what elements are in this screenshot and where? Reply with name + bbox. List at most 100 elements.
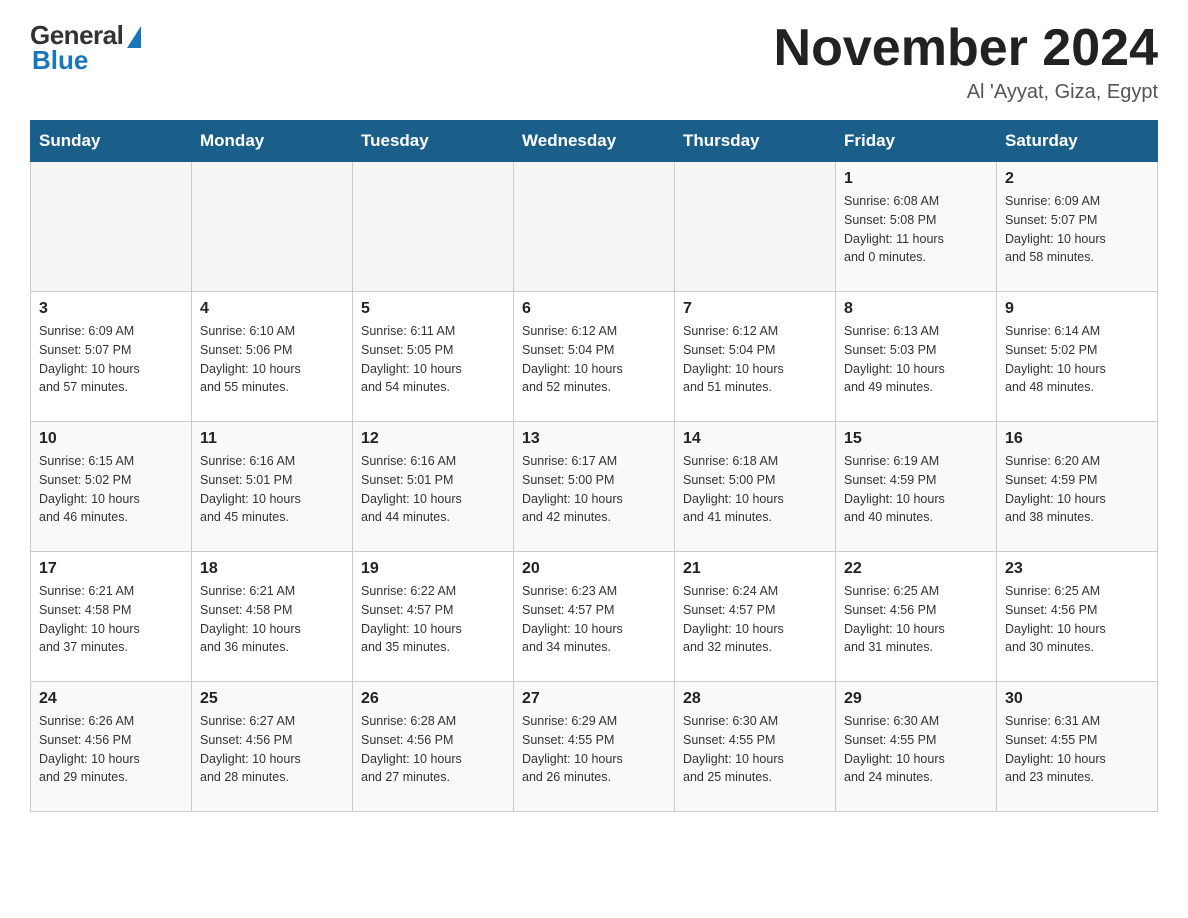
day-number: 11	[200, 430, 344, 448]
day-info: Sunrise: 6:16 AM Sunset: 5:01 PM Dayligh…	[200, 452, 344, 527]
day-info: Sunrise: 6:14 AM Sunset: 5:02 PM Dayligh…	[1005, 322, 1149, 397]
calendar-table: SundayMondayTuesdayWednesdayThursdayFrid…	[30, 120, 1158, 812]
day-info: Sunrise: 6:12 AM Sunset: 5:04 PM Dayligh…	[522, 322, 666, 397]
day-number: 2	[1005, 170, 1149, 188]
week-row-1: 1Sunrise: 6:08 AM Sunset: 5:08 PM Daylig…	[31, 162, 1158, 292]
day-info: Sunrise: 6:22 AM Sunset: 4:57 PM Dayligh…	[361, 582, 505, 657]
day-header-thursday: Thursday	[675, 121, 836, 162]
day-number: 24	[39, 690, 183, 708]
calendar-cell: 15 Sunrise: 6:19 AM Sunset: 4:59 PM Dayli…	[836, 422, 997, 552]
calendar-subtitle: Al 'Ayyat, Giza, Egypt	[774, 81, 1158, 104]
calendar-cell: 29Sunrise: 6:30 AM Sunset: 4:55 PM Dayli…	[836, 682, 997, 812]
logo-triangle-icon	[127, 26, 141, 48]
calendar-cell: 27 Sunrise: 6:29 AM Sunset: 4:55 PM Dayli…	[514, 682, 675, 812]
day-number: 14	[683, 430, 827, 448]
week-row-4: 17 Sunrise: 6:21 AM Sunset: 4:58 PM Dayli…	[31, 552, 1158, 682]
calendar-cell: 10 Sunrise: 6:15 AM Sunset: 5:02 PM Dayli…	[31, 422, 192, 552]
day-info: Sunrise: 6:25 AM Sunset: 4:56 PM Dayligh…	[1005, 582, 1149, 657]
day-info: Sunrise: 6:28 AM Sunset: 4:56 PM Dayligh…	[361, 712, 505, 787]
day-number: 28	[683, 690, 827, 708]
calendar-cell: 11 Sunrise: 6:16 AM Sunset: 5:01 PM Dayli…	[192, 422, 353, 552]
day-number: 8	[844, 300, 988, 318]
calendar-cell: 14 Sunrise: 6:18 AM Sunset: 5:00 PM Dayli…	[675, 422, 836, 552]
calendar-cell: 7 Sunrise: 6:12 AM Sunset: 5:04 PM Daylig…	[675, 292, 836, 422]
calendar-cell: 4 Sunrise: 6:10 AM Sunset: 5:06 PM Daylig…	[192, 292, 353, 422]
day-info: Sunrise: 6:10 AM Sunset: 5:06 PM Dayligh…	[200, 322, 344, 397]
calendar-cell: 26Sunrise: 6:28 AM Sunset: 4:56 PM Dayli…	[353, 682, 514, 812]
day-info: Sunrise: 6:26 AM Sunset: 4:56 PM Dayligh…	[39, 712, 183, 787]
calendar-cell: 3 Sunrise: 6:09 AM Sunset: 5:07 PM Daylig…	[31, 292, 192, 422]
week-row-3: 10 Sunrise: 6:15 AM Sunset: 5:02 PM Dayli…	[31, 422, 1158, 552]
calendar-cell: 17 Sunrise: 6:21 AM Sunset: 4:58 PM Dayli…	[31, 552, 192, 682]
day-number: 20	[522, 560, 666, 578]
day-number: 3	[39, 300, 183, 318]
logo: General Blue	[30, 20, 141, 76]
day-number: 19	[361, 560, 505, 578]
calendar-cell: 19 Sunrise: 6:22 AM Sunset: 4:57 PM Dayli…	[353, 552, 514, 682]
day-number: 27	[522, 690, 666, 708]
page-header: General Blue November 2024 Al 'Ayyat, Gi…	[30, 20, 1158, 104]
day-header-wednesday: Wednesday	[514, 121, 675, 162]
calendar-cell: 9 Sunrise: 6:14 AM Sunset: 5:02 PM Daylig…	[997, 292, 1158, 422]
calendar-cell: 18 Sunrise: 6:21 AM Sunset: 4:58 PM Dayli…	[192, 552, 353, 682]
day-info: Sunrise: 6:15 AM Sunset: 5:02 PM Dayligh…	[39, 452, 183, 527]
calendar-cell: 2 Sunrise: 6:09 AM Sunset: 5:07 PM Daylig…	[997, 162, 1158, 292]
day-info: Sunrise: 6:23 AM Sunset: 4:57 PM Dayligh…	[522, 582, 666, 657]
calendar-cell: 25Sunrise: 6:27 AM Sunset: 4:56 PM Dayli…	[192, 682, 353, 812]
calendar-cell	[192, 162, 353, 292]
day-info: Sunrise: 6:30 AM Sunset: 4:55 PM Dayligh…	[683, 712, 827, 787]
day-info: Sunrise: 6:13 AM Sunset: 5:03 PM Dayligh…	[844, 322, 988, 397]
days-of-week-row: SundayMondayTuesdayWednesdayThursdayFrid…	[31, 121, 1158, 162]
day-number: 30	[1005, 690, 1149, 708]
calendar-cell	[675, 162, 836, 292]
calendar-cell: 23Sunrise: 6:25 AM Sunset: 4:56 PM Dayli…	[997, 552, 1158, 682]
calendar-title: November 2024	[774, 20, 1158, 77]
calendar-cell: 24 Sunrise: 6:26 AM Sunset: 4:56 PM Dayli…	[31, 682, 192, 812]
day-number: 18	[200, 560, 344, 578]
week-row-5: 24 Sunrise: 6:26 AM Sunset: 4:56 PM Dayli…	[31, 682, 1158, 812]
day-info: Sunrise: 6:29 AM Sunset: 4:55 PM Dayligh…	[522, 712, 666, 787]
day-info: Sunrise: 6:24 AM Sunset: 4:57 PM Dayligh…	[683, 582, 827, 657]
day-number: 4	[200, 300, 344, 318]
calendar-cell	[353, 162, 514, 292]
day-number: 7	[683, 300, 827, 318]
calendar-cell: 22Sunrise: 6:25 AM Sunset: 4:56 PM Dayli…	[836, 552, 997, 682]
day-info: Sunrise: 6:27 AM Sunset: 4:56 PM Dayligh…	[200, 712, 344, 787]
calendar-cell: 13Sunrise: 6:17 AM Sunset: 5:00 PM Dayli…	[514, 422, 675, 552]
day-number: 15	[844, 430, 988, 448]
day-header-monday: Monday	[192, 121, 353, 162]
day-info: Sunrise: 6:18 AM Sunset: 5:00 PM Dayligh…	[683, 452, 827, 527]
day-info: Sunrise: 6:21 AM Sunset: 4:58 PM Dayligh…	[200, 582, 344, 657]
day-info: Sunrise: 6:09 AM Sunset: 5:07 PM Dayligh…	[1005, 192, 1149, 267]
logo-blue-text: Blue	[32, 45, 88, 76]
calendar-cell	[514, 162, 675, 292]
day-header-friday: Friday	[836, 121, 997, 162]
day-info: Sunrise: 6:25 AM Sunset: 4:56 PM Dayligh…	[844, 582, 988, 657]
week-row-2: 3 Sunrise: 6:09 AM Sunset: 5:07 PM Daylig…	[31, 292, 1158, 422]
day-number: 16	[1005, 430, 1149, 448]
day-number: 9	[1005, 300, 1149, 318]
day-info: Sunrise: 6:20 AM Sunset: 4:59 PM Dayligh…	[1005, 452, 1149, 527]
day-number: 10	[39, 430, 183, 448]
day-number: 29	[844, 690, 988, 708]
day-number: 13	[522, 430, 666, 448]
day-info: Sunrise: 6:12 AM Sunset: 5:04 PM Dayligh…	[683, 322, 827, 397]
day-number: 21	[683, 560, 827, 578]
day-number: 17	[39, 560, 183, 578]
day-number: 1	[844, 170, 988, 188]
calendar-cell: 12Sunrise: 6:16 AM Sunset: 5:01 PM Dayli…	[353, 422, 514, 552]
day-info: Sunrise: 6:11 AM Sunset: 5:05 PM Dayligh…	[361, 322, 505, 397]
calendar-cell: 6Sunrise: 6:12 AM Sunset: 5:04 PM Daylig…	[514, 292, 675, 422]
day-info: Sunrise: 6:21 AM Sunset: 4:58 PM Dayligh…	[39, 582, 183, 657]
day-info: Sunrise: 6:09 AM Sunset: 5:07 PM Dayligh…	[39, 322, 183, 397]
day-info: Sunrise: 6:19 AM Sunset: 4:59 PM Dayligh…	[844, 452, 988, 527]
calendar-cell: 21 Sunrise: 6:24 AM Sunset: 4:57 PM Dayli…	[675, 552, 836, 682]
calendar-cell: 8 Sunrise: 6:13 AM Sunset: 5:03 PM Daylig…	[836, 292, 997, 422]
calendar-cell: 20 Sunrise: 6:23 AM Sunset: 4:57 PM Dayli…	[514, 552, 675, 682]
day-header-tuesday: Tuesday	[353, 121, 514, 162]
day-info: Sunrise: 6:16 AM Sunset: 5:01 PM Dayligh…	[361, 452, 505, 527]
day-number: 5	[361, 300, 505, 318]
day-header-sunday: Sunday	[31, 121, 192, 162]
day-header-saturday: Saturday	[997, 121, 1158, 162]
calendar-cell: 1Sunrise: 6:08 AM Sunset: 5:08 PM Daylig…	[836, 162, 997, 292]
